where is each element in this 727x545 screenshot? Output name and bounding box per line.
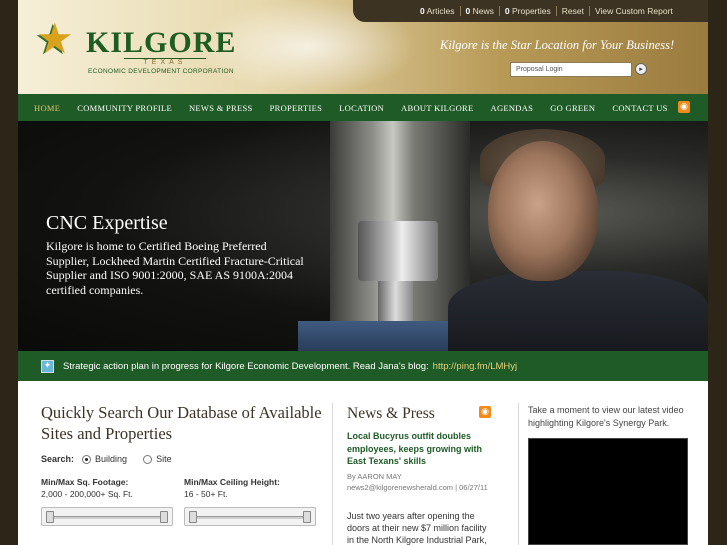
news-excerpt: Just two years after opening the doors a… <box>347 511 487 545</box>
nav-community-profile[interactable]: COMMUNITY PROFILE <box>77 103 172 113</box>
nav-properties[interactable]: PROPERTIES <box>270 103 323 113</box>
news-meta: By AARON MAY news2@kilgorenewsherald.com… <box>347 471 497 493</box>
radio-building-label[interactable]: Building <box>95 454 127 464</box>
nav-location[interactable]: LOCATION <box>339 103 384 113</box>
ceiling-max-handle[interactable] <box>303 511 311 523</box>
twitter-icon: ✦ <box>41 359 54 373</box>
news-author: By AARON MAY <box>347 472 402 481</box>
properties-link[interactable]: 0 Properties <box>500 6 557 16</box>
news-link[interactable]: 0 News <box>461 6 500 16</box>
logo-state: TEXAS <box>124 58 206 66</box>
proposal-login-input[interactable]: Proposal Login <box>510 62 632 77</box>
kilgore-logo[interactable]: ★ KILGORE TEXAS ECONOMIC DEVELOPMENT COR… <box>36 14 235 78</box>
footage-label: Min/Max Sq. Footage: <box>41 477 129 487</box>
nav-home[interactable]: HOME <box>34 103 60 113</box>
nav-contact-us[interactable]: CONTACT US <box>612 103 667 113</box>
login-go-button[interactable]: ▸ <box>635 63 647 75</box>
ceiling-slider[interactable] <box>184 507 316 526</box>
news-article-title[interactable]: Local Bucyrus outfit doubles employees, … <box>347 430 487 468</box>
ceiling-label: Min/Max Ceiling Height: <box>184 477 280 487</box>
articles-link[interactable]: 0 Articles <box>415 6 461 16</box>
search-type-row: Search: Building Site <box>41 454 172 464</box>
search-label: Search: <box>41 454 75 464</box>
search-section: Quickly Search Our Database of Available… <box>41 402 331 444</box>
logo-name: KILGORE <box>86 26 237 59</box>
nav-agendas[interactable]: AGENDAS <box>491 103 534 113</box>
footage-value: 2,000 - 200,000+ Sq. Ft. <box>41 489 133 499</box>
video-intro: Take a moment to view our latest video h… <box>528 405 684 428</box>
top-utility-bar: 0 Articles 0 News 0 Properties Reset Vie… <box>353 0 708 22</box>
ceiling-value: 16 - 50+ Ft. <box>184 489 228 499</box>
star-icon: ★ <box>36 14 74 63</box>
rss-icon[interactable]: ◉ <box>678 101 690 113</box>
footage-field: Min/Max Sq. Footage: 2,000 - 200,000+ Sq… <box>41 476 133 500</box>
search-heading: Quickly Search Our Database of Available… <box>41 403 322 443</box>
tagline: Kilgore is the Star Location for Your Bu… <box>440 38 675 52</box>
news-section: News & Press <box>347 403 499 424</box>
worker-photo <box>488 141 598 281</box>
reset-link[interactable]: Reset <box>557 6 590 16</box>
view-custom-report-link[interactable]: View Custom Report <box>590 6 678 16</box>
column-divider-2 <box>518 403 519 545</box>
radio-site[interactable] <box>143 454 153 464</box>
nav-about-kilgore[interactable]: ABOUT KILGORE <box>401 103 473 113</box>
hero-description: Kilgore is home to Certified Boeing Pref… <box>46 239 304 297</box>
hero-banner: CNC Expertise Kilgore is home to Certifi… <box>18 121 708 351</box>
ceiling-min-handle[interactable] <box>189 511 197 523</box>
footage-slider[interactable] <box>41 507 173 526</box>
logo-subtitle: ECONOMIC DEVELOPMENT CORPORATION <box>88 68 234 75</box>
column-divider <box>332 403 333 545</box>
blog-link[interactable]: http://ping.fm/LMHyj <box>433 361 517 372</box>
main-nav: HOME COMMUNITY PROFILE NEWS & PRESS PROP… <box>18 94 708 121</box>
page-frame: ★ KILGORE TEXAS ECONOMIC DEVELOPMENT COR… <box>18 0 708 545</box>
news-heading: News & Press <box>347 405 435 422</box>
nav-go-green[interactable]: GO GREEN <box>550 103 595 113</box>
site-header: ★ KILGORE TEXAS ECONOMIC DEVELOPMENT COR… <box>18 0 708 94</box>
video-player[interactable] <box>528 438 688 545</box>
radio-building[interactable] <box>82 454 92 464</box>
announcement-bar: ✦ Strategic action plan in progress for … <box>18 351 708 381</box>
nav-news-press[interactable]: NEWS & PRESS <box>189 103 253 113</box>
announcement-text: Strategic action plan in progress for Ki… <box>63 360 429 372</box>
radio-site-label[interactable]: Site <box>156 454 172 464</box>
footage-min-handle[interactable] <box>46 511 54 523</box>
hero-title: CNC Expertise <box>46 212 168 234</box>
news-rss-icon[interactable]: ◉ <box>479 406 491 418</box>
footage-max-handle[interactable] <box>160 511 168 523</box>
ceiling-field: Min/Max Ceiling Height: 16 - 50+ Ft. <box>184 476 280 500</box>
news-source: news2@kilgorenewsherald.com | 06/27/11 <box>347 483 488 492</box>
